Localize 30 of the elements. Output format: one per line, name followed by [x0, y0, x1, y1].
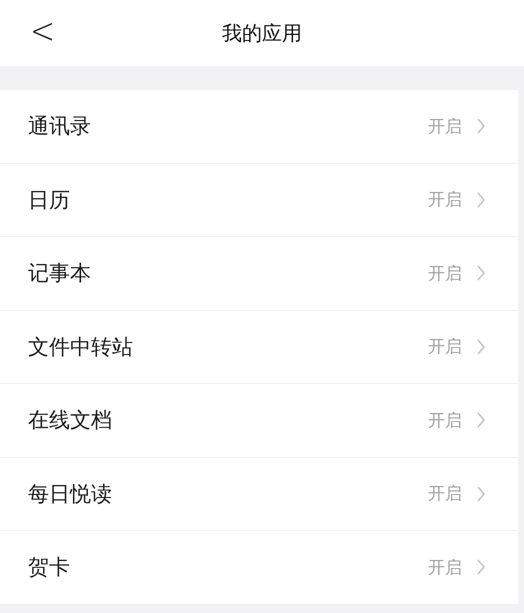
page-title: 我的应用 — [222, 20, 302, 46]
app-name: 文件中转站 — [28, 334, 134, 361]
app-row[interactable]: 贺卡 开启 — [0, 531, 518, 604]
app-row[interactable]: 文件中转站 开启 — [0, 310, 518, 384]
app-name: 每日悦读 — [28, 480, 113, 508]
app-name: 贺卡 — [28, 554, 71, 582]
chevron-right-icon — [476, 558, 486, 576]
status-label: 开启 — [428, 410, 462, 432]
app-row[interactable]: 记事本 开启 — [0, 237, 518, 310]
status-label: 开启 — [428, 483, 462, 506]
chevron-right-icon — [476, 190, 486, 209]
chevron-right-icon — [476, 484, 486, 503]
status-label: 开启 — [428, 262, 462, 285]
app-row[interactable]: 日历 开启 — [0, 164, 518, 237]
chevron-right-icon — [476, 117, 486, 136]
status-label: 开启 — [428, 116, 462, 138]
app-name: 记事本 — [28, 260, 92, 288]
app-row[interactable]: 在线文档 开启 — [0, 384, 518, 458]
status-label: 开启 — [428, 336, 462, 358]
app-name: 日历 — [28, 186, 71, 214]
app-name: 通讯录 — [28, 113, 92, 140]
status-label: 开启 — [428, 189, 462, 212]
status-label: 开启 — [428, 556, 462, 579]
app-row[interactable]: 通讯录 开启 — [0, 90, 518, 164]
chevron-right-icon — [476, 411, 486, 430]
app-name: 在线文档 — [28, 407, 113, 434]
back-button[interactable]: < — [22, 10, 64, 52]
app-row[interactable]: 每日悦读 开启 — [0, 458, 518, 531]
chevron-right-icon — [476, 338, 486, 356]
chevron-right-icon — [476, 264, 486, 282]
